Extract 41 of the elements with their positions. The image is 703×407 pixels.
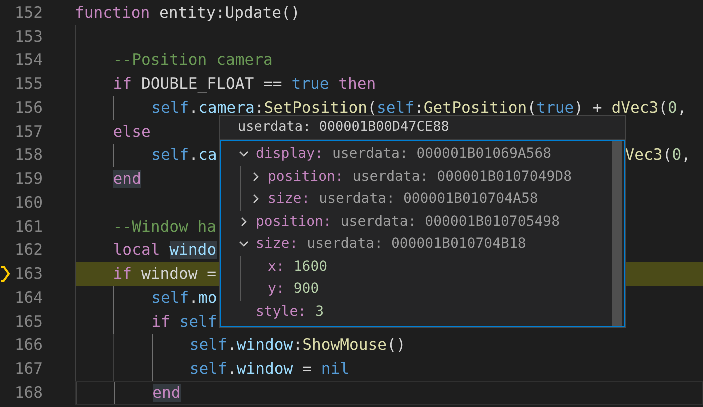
line-number: 159 xyxy=(14,170,43,188)
code-line: self.ca xyxy=(152,146,218,164)
code-line: if self xyxy=(152,312,218,331)
line-number: 153 xyxy=(14,28,43,46)
line-number: 162 xyxy=(14,241,43,260)
tree-item[interactable]: style: 3 xyxy=(221,300,624,323)
tree-item[interactable]: size: userdata: 000001B010704A58 xyxy=(221,188,624,210)
tree-item[interactable]: size: userdata: 000001B010704B18 xyxy=(221,233,624,256)
line-number: 164 xyxy=(14,288,43,307)
line-number: 158 xyxy=(14,146,43,164)
line-number: 155 xyxy=(14,75,43,94)
tree-item[interactable]: display: userdata: 000001B01069A568 xyxy=(221,143,624,166)
line-number: 154 xyxy=(14,51,43,70)
line-number: 161 xyxy=(14,218,43,236)
line-number: 167 xyxy=(14,360,43,378)
line-number: 168 xyxy=(14,384,43,402)
line-number: 165 xyxy=(14,312,43,331)
code-line: if DOUBLE_FLOAT == true then xyxy=(113,75,376,94)
tree-item[interactable]: y: 900 xyxy=(221,278,624,300)
line-number: 163 xyxy=(14,265,43,284)
code-line: else xyxy=(113,122,151,141)
line-number: 156 xyxy=(14,98,43,117)
code-line: local windo xyxy=(113,241,217,260)
line-number: 160 xyxy=(14,194,43,212)
tree-item[interactable]: position: userdata: 000001B0107049D8 xyxy=(221,166,624,188)
line-number: 157 xyxy=(14,122,43,141)
line-number: 166 xyxy=(14,336,43,354)
code-line: self.camera:SetPosition(self:GetPosition(true) + dVec3(0, xyxy=(152,98,687,117)
tree-item[interactable]: position: userdata: 000001B010705498 xyxy=(221,210,624,233)
code-line: self.mo xyxy=(152,288,218,307)
hover-title: userdata: 000001B00D47CE88 xyxy=(220,116,625,140)
code-line: --Window ha xyxy=(113,218,217,236)
code-line: Vec3(0, xyxy=(625,146,692,164)
code-line: self.window:ShowMouse() xyxy=(190,336,406,354)
line-number: 152 xyxy=(14,4,43,22)
code-line: if window = xyxy=(113,265,217,284)
code-line: --Position camera xyxy=(113,51,273,70)
tree-item[interactable]: x: 1600 xyxy=(221,256,624,278)
scrollbar[interactable] xyxy=(612,141,622,326)
code-line: self.window = nil xyxy=(190,360,350,378)
code-line: function entity:Update() xyxy=(75,4,300,22)
